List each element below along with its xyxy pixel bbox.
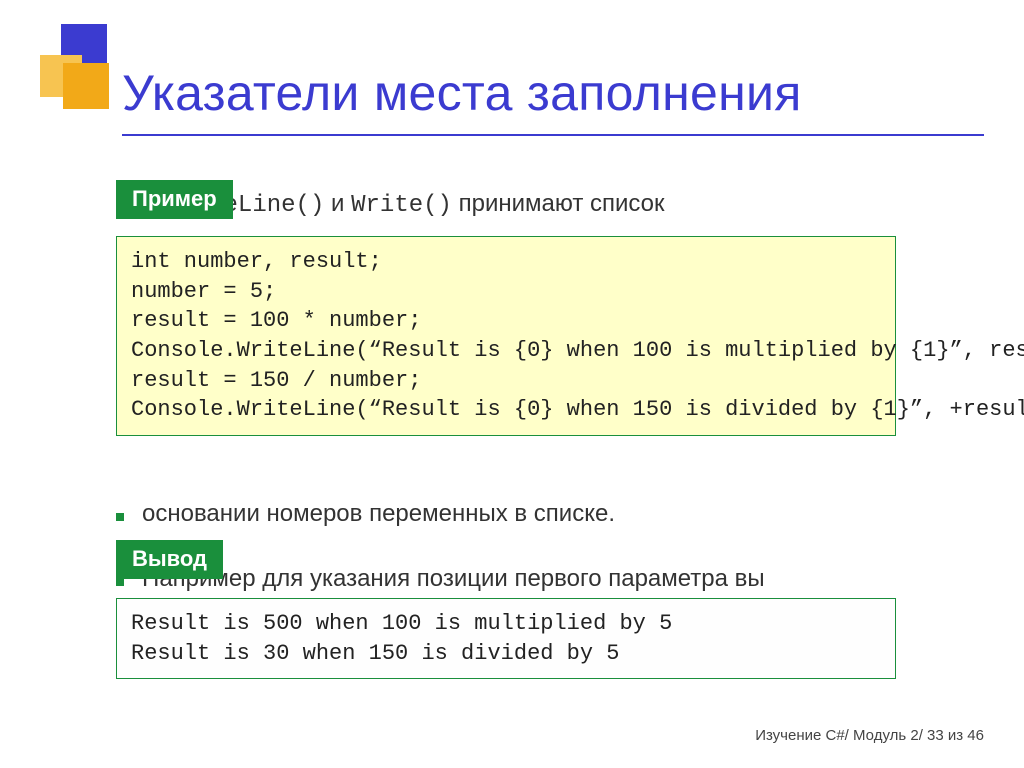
bullet-marker [116, 578, 124, 586]
title-underline [122, 134, 984, 136]
bullet-1-code2: Write() [351, 192, 452, 219]
slide-title: Указатели места заполнения [122, 64, 802, 122]
bullet-2: основании номеров переменных в списке. [116, 500, 986, 528]
output-badge: Вывод [116, 540, 223, 579]
bullet-2-text: основании номеров переменных в списке. [142, 500, 615, 528]
bullet-3: Например для указания позиции первого па… [116, 565, 986, 593]
slide-footer: Изучение C#/ Модуль 2/ 33 из 46 [755, 727, 984, 744]
code-output-box: Result is 500 when 100 is multiplied by … [116, 598, 896, 679]
bullet-marker [116, 513, 124, 521]
deco-square-orange [63, 63, 109, 109]
code-example-box: int number, result; number = 5; result =… [116, 236, 896, 436]
bullet-1: ы WriteLine() и Write() принимают список [116, 190, 986, 219]
example-badge: Пример [116, 180, 233, 219]
bullet-1-post: принимают список [452, 190, 665, 217]
corner-decoration [33, 17, 109, 93]
bullet-3-text: Например для указания позиции первого па… [142, 565, 765, 593]
bullet-1-mid: и [324, 190, 351, 217]
